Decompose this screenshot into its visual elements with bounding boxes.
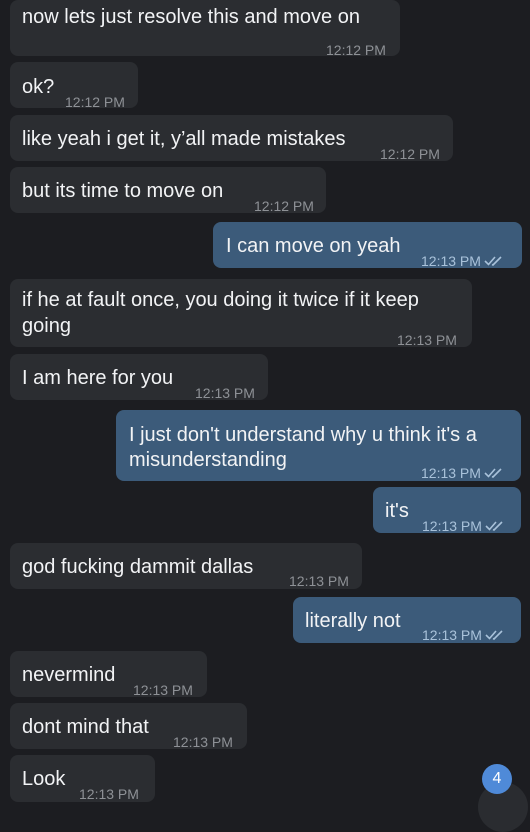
message-text-line1: I just don't understand why u think it's… (129, 424, 477, 446)
double-check-icon (485, 521, 503, 531)
message-time: 12:13 PM (422, 513, 505, 539)
message-text: ok? (22, 76, 55, 98)
message-time-text: 12:13 PM (422, 627, 482, 643)
message-incoming[interactable]: if he at fault once, you doing it twice … (10, 279, 472, 348)
message-time: 12:12 PM (65, 94, 125, 110)
message-text: god fucking dammit dallas (22, 556, 254, 578)
message-text-line1: if he at fault once, you doing it twice … (22, 289, 419, 311)
message-incoming[interactable]: god fucking dammit dallas 12:13 PM (10, 543, 362, 589)
message-outgoing[interactable]: literally not 12:13 PM (293, 597, 521, 643)
message-time: 12:12 PM (380, 146, 440, 162)
message-text: nevermind (22, 664, 116, 686)
message-time: 12:13 PM (173, 734, 233, 750)
message-time: 12:13 PM (421, 460, 504, 486)
message-time-text: 12:13 PM (422, 518, 482, 534)
message-time-text: 12:13 PM (421, 253, 481, 269)
message-time: 12:13 PM (397, 332, 457, 348)
double-check-icon (484, 256, 502, 266)
message-time: 12:13 PM (133, 682, 193, 698)
message-outgoing[interactable]: I can move on yeah 12:13 PM (213, 222, 522, 269)
message-incoming[interactable]: dont mind that 12:13 PM (10, 703, 247, 750)
message-time: 12:13 PM (422, 622, 505, 648)
message-text: literally not (305, 610, 401, 632)
message-outgoing[interactable]: it's 12:13 PM (373, 487, 521, 534)
unread-count-badge: 4 (482, 764, 512, 794)
message-time: 12:13 PM (421, 248, 504, 274)
message-time: 12:13 PM (289, 573, 349, 589)
message-incoming[interactable]: I am here for you 12:13 PM (10, 354, 268, 401)
message-text: Look (22, 768, 66, 790)
message-time: 12:13 PM (79, 786, 139, 802)
message-text: like yeah i get it, y’all made mistakes (22, 128, 346, 150)
message-incoming[interactable]: ok? 12:12 PM (10, 62, 138, 110)
message-incoming[interactable]: but its time to move on 12:12 PM (10, 167, 326, 214)
message-incoming[interactable]: Look 12:13 PM (10, 755, 155, 802)
message-text-line2: misunderstanding (129, 449, 287, 471)
message-text: I can move on yeah (226, 235, 401, 257)
message-text: I am here for you (22, 367, 174, 389)
message-text: it's (385, 500, 409, 522)
message-text: dont mind that (22, 716, 149, 738)
message-time: 12:12 PM (326, 42, 386, 58)
message-text-line2: going (22, 315, 71, 337)
message-outgoing[interactable]: I just don't understand why u think it's… (116, 410, 521, 481)
message-incoming[interactable]: like yeah i get it, y’all made mistakes … (10, 115, 453, 162)
message-text: now lets just resolve this and move on (22, 6, 360, 28)
scroll-down-button[interactable]: 4 (470, 760, 530, 832)
message-time: 12:12 PM (254, 198, 314, 214)
double-check-icon (484, 468, 502, 478)
message-time-text: 12:13 PM (421, 465, 481, 481)
message-text: but its time to move on (22, 180, 224, 202)
message-incoming[interactable]: now lets just resolve this and move on 1… (10, 0, 400, 58)
message-incoming[interactable]: nevermind 12:13 PM (10, 651, 207, 698)
double-check-icon (485, 630, 503, 640)
message-time: 12:13 PM (195, 385, 255, 401)
